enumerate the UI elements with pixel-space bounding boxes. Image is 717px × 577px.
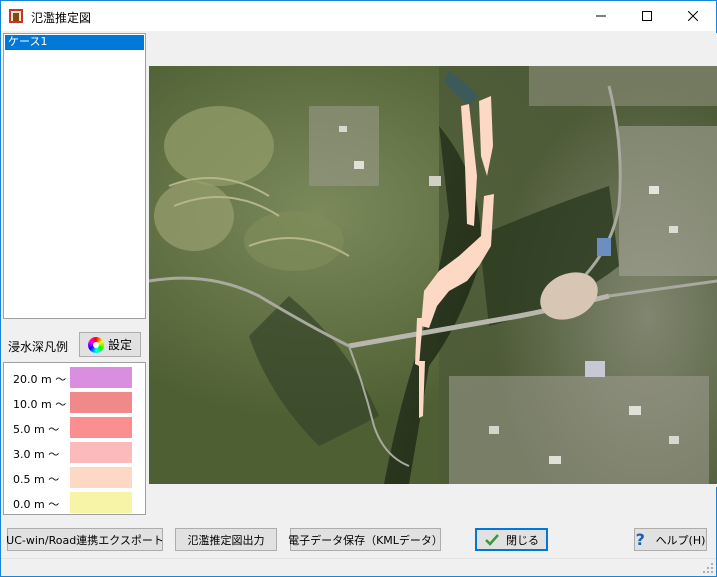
close-icon — [688, 11, 698, 21]
minimize-icon — [596, 15, 606, 17]
legend-row-label: 10.0 m 〜 — [13, 398, 67, 411]
legend-row: 5.0 m 〜 — [4, 415, 145, 439]
legend-color-swatch[interactable] — [70, 492, 132, 513]
aerial-photo-map[interactable] — [149, 66, 717, 484]
minimize-button[interactable] — [578, 1, 624, 31]
legend-row-label: 5.0 m 〜 — [13, 423, 60, 436]
legend-row-label: 20.0 m 〜 — [13, 373, 67, 386]
legend-color-swatch[interactable] — [70, 367, 132, 388]
case-list-item[interactable]: ケース1 — [5, 35, 144, 50]
legend-row: 0.5 m 〜 — [4, 465, 145, 489]
legend-color-swatch[interactable] — [70, 442, 132, 463]
legend-row: 3.0 m 〜 — [4, 440, 145, 464]
legend-row-label: 3.0 m 〜 — [13, 448, 60, 461]
case-list[interactable]: ケース1 — [3, 33, 146, 319]
settings-button-label: 設定 — [107, 338, 132, 352]
title-bar: 氾濫推定図 — [1, 1, 716, 31]
main-window: 氾濫推定図 ケース1 浸水深凡例 設定 20.0 m 〜 10.0 m 〜 5.… — [0, 0, 717, 577]
legend-label: 浸水深凡例 — [8, 340, 69, 354]
help-button-label: ヘルプ(H) — [655, 533, 706, 547]
resize-grip-icon[interactable] — [702, 562, 714, 574]
close-window-button[interactable] — [670, 1, 716, 31]
color-wheel-icon — [87, 336, 104, 353]
legend-row-label: 0.0 m 〜 — [13, 498, 60, 511]
legend-settings-button[interactable]: 設定 — [79, 332, 141, 357]
legend-color-swatch[interactable] — [70, 392, 132, 413]
save-kml-button[interactable]: 電子データ保存（KMLデータ） — [288, 528, 443, 551]
export-road-button[interactable]: UC-win/Road連携エクスポート — [6, 528, 164, 551]
legend-row: 10.0 m 〜 — [4, 390, 145, 414]
output-map-button[interactable]: 氾濫推定図出力 — [175, 528, 277, 551]
export-road-label: UC-win/Road連携エクスポート — [6, 533, 164, 547]
save-kml-label: 電子データ保存（KMLデータ） — [288, 533, 443, 547]
help-button[interactable]: ? ヘルプ(H) — [634, 528, 707, 551]
legend-row: 0.0 m 〜 — [4, 490, 145, 514]
legend-row: 20.0 m 〜 — [4, 365, 145, 389]
maximize-button[interactable] — [624, 1, 670, 31]
legend-color-swatch[interactable] — [70, 417, 132, 438]
checkmark-icon — [485, 533, 499, 546]
depth-legend: 20.0 m 〜 10.0 m 〜 5.0 m 〜 3.0 m 〜 0.5 m … — [3, 362, 146, 515]
close-button[interactable]: 閉じる — [475, 528, 548, 551]
output-map-label: 氾濫推定図出力 — [187, 533, 265, 547]
close-button-label: 閉じる — [506, 533, 539, 547]
maximize-icon — [642, 11, 652, 21]
legend-row-label: 0.5 m 〜 — [13, 473, 60, 486]
status-bar — [1, 558, 716, 576]
app-icon — [9, 9, 23, 23]
help-icon: ? — [635, 529, 645, 549]
legend-color-swatch[interactable] — [70, 467, 132, 488]
window-title: 氾濫推定図 — [31, 11, 92, 25]
